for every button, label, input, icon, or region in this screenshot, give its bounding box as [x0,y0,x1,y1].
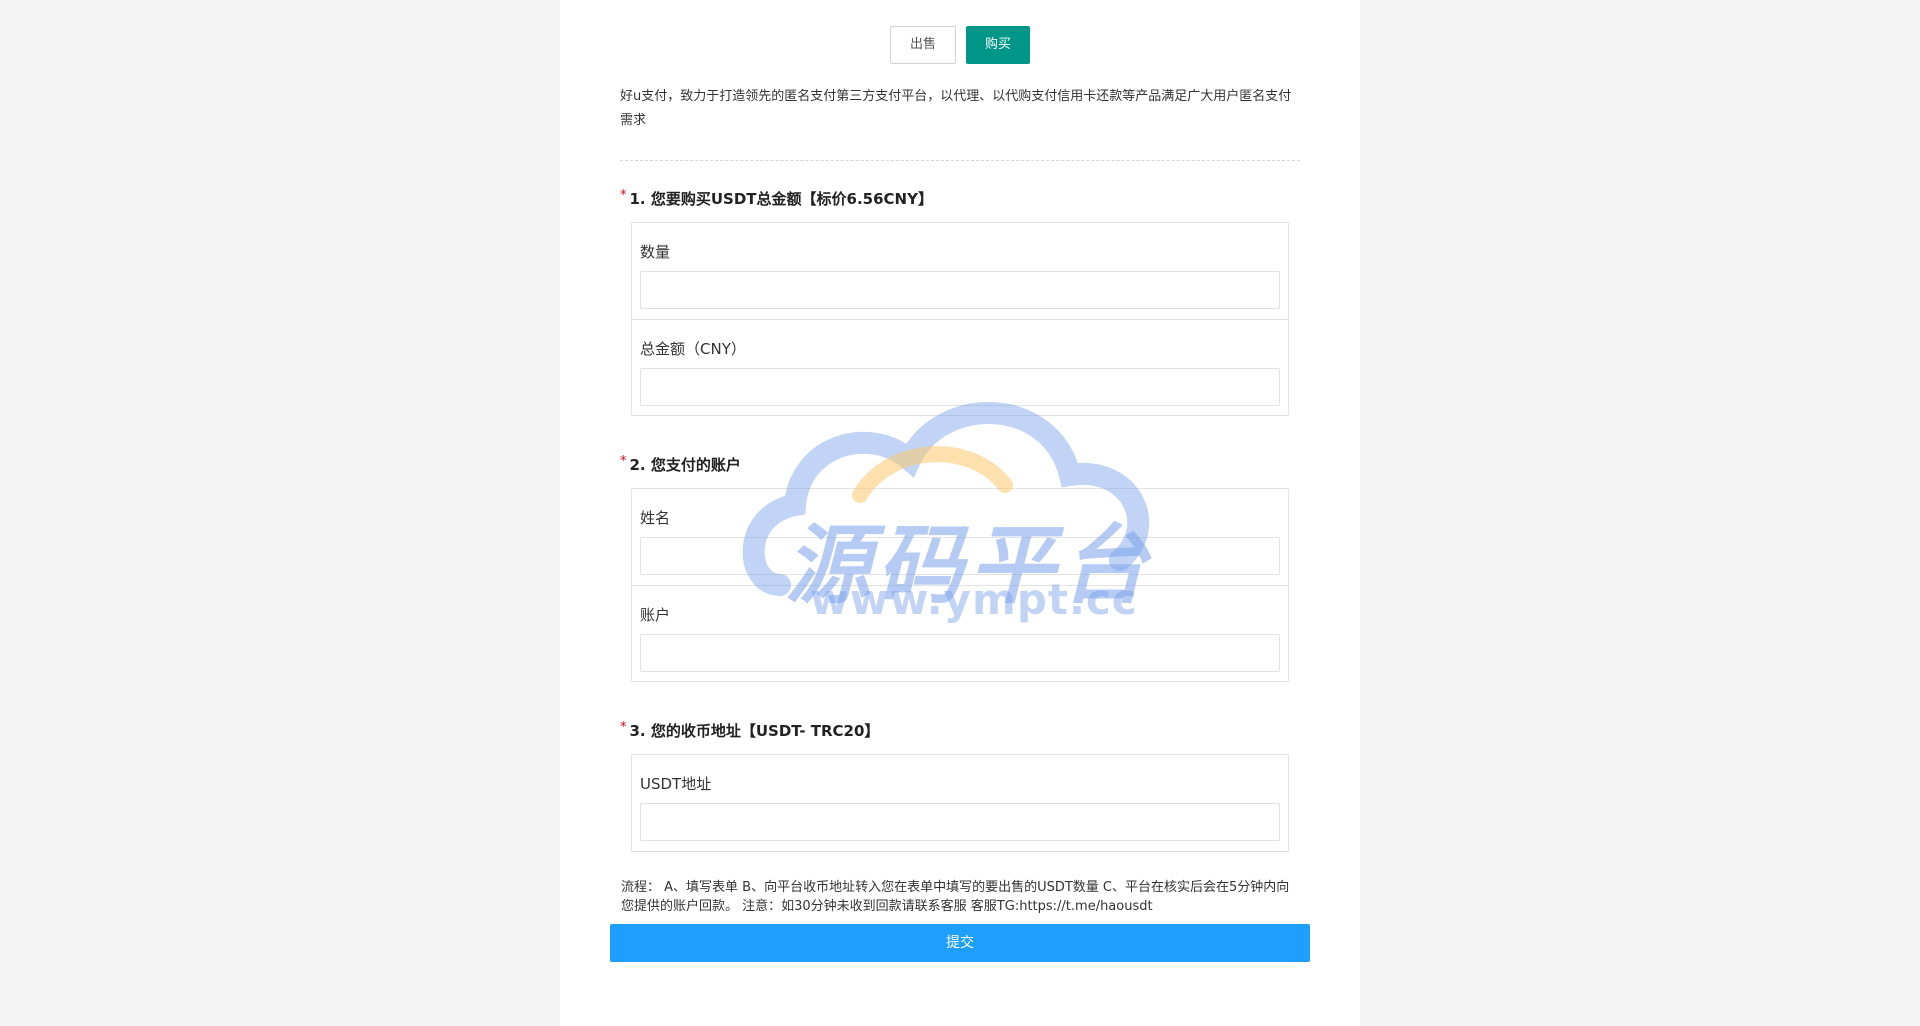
section-1-group: 数量 总金额（CNY） [631,222,1289,416]
usdt-address-input[interactable] [640,803,1280,841]
required-mark: * [620,454,627,469]
required-mark: * [620,188,627,203]
form-page: 出售 购买 好u支付，致力于打造领先的匿名支付第三方支付平台，以代理、以代购支付信… [560,0,1360,1026]
quantity-label: 数量 [640,243,671,261]
section-1-title-text: 1. 您要购买USDT总金额【标价6.56CNY】 [629,190,933,208]
process-notice: 流程： A、填写表单 B、向平台收币地址转入您在表单中填写的要出售的USDT数量… [621,880,1290,914]
section-2-title-text: 2. 您支付的账户 [629,456,741,474]
account-input[interactable] [640,634,1280,672]
name-input[interactable] [640,537,1280,575]
total-amount-input[interactable] [640,368,1280,406]
tab-sell[interactable]: 出售 [890,26,956,64]
intro-text: 好u支付，致力于打造领先的匿名支付第三方支付平台，以代理、以代购支付信用卡还款等… [620,89,1292,128]
usdt-address-field: USDT地址 [632,755,1288,851]
tab-buy[interactable]: 购买 [966,26,1030,64]
section-1-title: * 1. 您要购买USDT总金额【标价6.56CNY】 [620,188,933,209]
usdt-address-label: USDT地址 [640,775,712,793]
account-field: 账户 [632,585,1288,681]
section-2-group: 姓名 账户 [631,488,1289,682]
trade-type-tabs: 出售 购买 [560,26,1360,64]
dashed-divider [620,160,1300,161]
section-3-group: USDT地址 [631,754,1289,852]
quantity-input[interactable] [640,271,1280,309]
section-2-title: * 2. 您支付的账户 [620,454,741,475]
account-label: 账户 [640,606,671,624]
total-amount-label: 总金额（CNY） [640,340,746,358]
total-amount-field: 总金额（CNY） [632,319,1288,415]
name-label: 姓名 [640,509,671,527]
quantity-field: 数量 [632,223,1288,319]
name-field: 姓名 [632,489,1288,585]
submit-button[interactable]: 提交 [610,924,1310,962]
required-mark: * [620,720,627,735]
section-3-title-text: 3. 您的收币地址【USDT- TRC20】 [629,722,880,740]
section-3-title: * 3. 您的收币地址【USDT- TRC20】 [620,720,879,741]
